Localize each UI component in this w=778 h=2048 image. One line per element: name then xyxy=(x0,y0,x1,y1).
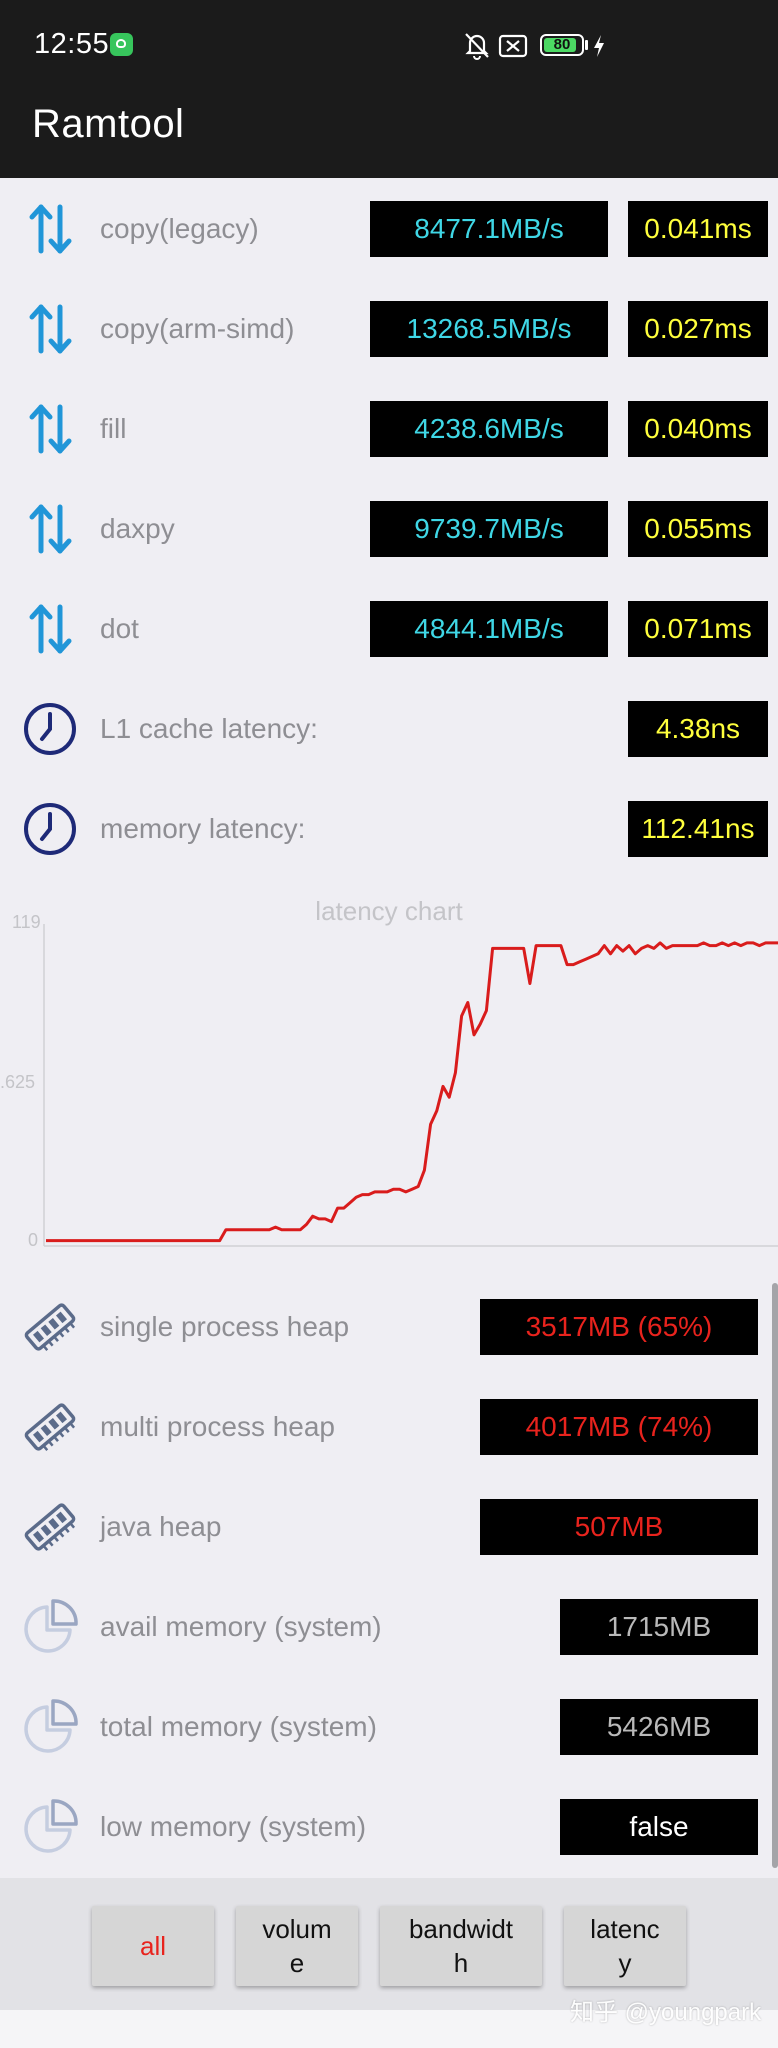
tab-label: latenc y xyxy=(590,1914,660,1978)
bandwidth-label: copy(arm-simd) xyxy=(100,313,295,344)
pie-chart-icon xyxy=(24,1599,78,1653)
latency-value: 112.41ns xyxy=(628,801,768,857)
status-bar: 12:55 80 xyxy=(0,0,778,90)
bandwidth-row-daxpy: daxpy 9739.7MB/s 0.055ms xyxy=(0,479,778,579)
memory-label: multi process heap xyxy=(100,1411,336,1442)
bandwidth-row-copy-arm-simd: copy(arm-simd) 13268.5MB/s 0.027ms xyxy=(0,279,778,379)
memory-value: 4017MB (74%) xyxy=(480,1399,758,1455)
latency-row-l1-cache: L1 cache latency: 4.38ns xyxy=(0,679,778,779)
battery-icon: 80 xyxy=(540,34,584,56)
memory-value: 3517MB (65%) xyxy=(480,1299,758,1355)
battery-percent: 80 xyxy=(553,36,571,53)
latency-series-line xyxy=(46,941,778,1243)
memory-row-java-heap: java heap 507MB xyxy=(0,1477,778,1577)
memory-value: 5426MB xyxy=(560,1699,758,1755)
bandwidth-time: 0.055ms xyxy=(628,501,768,557)
bandwidth-label: daxpy xyxy=(100,513,175,544)
sim-off-icon xyxy=(498,34,528,58)
memory-row-avail-memory: avail memory (system) 1715MB xyxy=(0,1577,778,1677)
tab-bandwidth[interactable]: bandwidt h xyxy=(380,1906,542,1986)
notification-app-icon xyxy=(110,33,133,56)
memory-row-total-memory: total memory (system) 5426MB xyxy=(0,1677,778,1777)
bandwidth-label: copy(legacy) xyxy=(100,213,259,244)
tab-all[interactable]: all xyxy=(92,1906,214,1986)
tab-label: volum e xyxy=(262,1914,332,1978)
app-title: Ramtool xyxy=(32,102,185,146)
memory-label: low memory (system) xyxy=(100,1811,367,1842)
memory-label: java heap xyxy=(100,1511,222,1542)
bottom-tab-bar: all volum e bandwidt h latenc y xyxy=(0,1878,778,2010)
memory-label: single process heap xyxy=(100,1311,350,1342)
tab-label: all xyxy=(139,1931,166,1961)
memory-label: avail memory (system) xyxy=(100,1611,382,1642)
battery-tip xyxy=(585,40,588,50)
bandwidth-label: fill xyxy=(100,413,127,444)
bandwidth-time: 0.071ms xyxy=(628,601,768,657)
memory-row-single-process-heap: single process heap 3517MB (65%) xyxy=(0,1277,778,1377)
clock-icon xyxy=(24,703,76,755)
bandwidth-speed: 9739.7MB/s xyxy=(370,501,608,557)
transfer-arrows-icon xyxy=(29,304,72,354)
transfer-arrows-icon xyxy=(29,204,72,254)
memory-row-low-memory: low memory (system) false xyxy=(0,1777,778,1877)
bandwidth-speed: 8477.1MB/s xyxy=(370,201,608,257)
bandwidth-row-dot: dot 4844.1MB/s 0.071ms xyxy=(0,579,778,679)
clock-icon xyxy=(24,803,76,855)
app-bar: Ramtool xyxy=(0,90,778,178)
memory-value: 507MB xyxy=(480,1499,758,1555)
watermark: 知乎 @youngpark xyxy=(570,1999,762,2026)
status-time: 12:55 xyxy=(34,28,110,60)
latency-label: memory latency: xyxy=(100,813,306,844)
bandwidth-time: 0.041ms xyxy=(628,201,768,257)
tab-latency[interactable]: latenc y xyxy=(564,1906,686,1986)
bell-muted-icon xyxy=(465,33,489,60)
bandwidth-time: 0.027ms xyxy=(628,301,768,357)
memory-chip-icon xyxy=(24,1303,76,1351)
bandwidth-row-copy-legacy: copy(legacy) 8477.1MB/s 0.041ms xyxy=(0,179,778,279)
tab-volume[interactable]: volum e xyxy=(236,1906,358,1986)
memory-value: 1715MB xyxy=(560,1599,758,1655)
chart-plot xyxy=(43,924,778,1247)
latency-chart: latency chart 119 .625 0 xyxy=(0,888,778,1258)
pie-chart-icon xyxy=(24,1699,78,1753)
latency-value: 4.38ns xyxy=(628,701,768,757)
latency-row-memory: memory latency: 112.41ns xyxy=(0,779,778,879)
transfer-arrows-icon xyxy=(29,504,72,554)
transfer-arrows-icon xyxy=(29,604,72,654)
bandwidth-label: dot xyxy=(100,613,139,644)
memory-value: false xyxy=(560,1799,758,1855)
memory-chip-icon xyxy=(24,1503,76,1551)
memory-label: total memory (system) xyxy=(100,1711,377,1742)
memory-chip-icon xyxy=(24,1403,76,1451)
bandwidth-speed: 4238.6MB/s xyxy=(370,401,608,457)
bandwidth-time: 0.040ms xyxy=(628,401,768,457)
charging-icon xyxy=(594,35,604,57)
transfer-arrows-icon xyxy=(29,404,72,454)
pie-chart-icon xyxy=(24,1799,78,1853)
memory-row-multi-process-heap: multi process heap 4017MB (74%) xyxy=(0,1377,778,1477)
tab-label: bandwidt h xyxy=(408,1914,514,1978)
scrollbar[interactable] xyxy=(772,1283,778,1868)
bandwidth-speed: 4844.1MB/s xyxy=(370,601,608,657)
bandwidth-row-fill: fill 4238.6MB/s 0.040ms xyxy=(0,379,778,479)
bandwidth-speed: 13268.5MB/s xyxy=(370,301,608,357)
latency-label: L1 cache latency: xyxy=(100,713,318,744)
